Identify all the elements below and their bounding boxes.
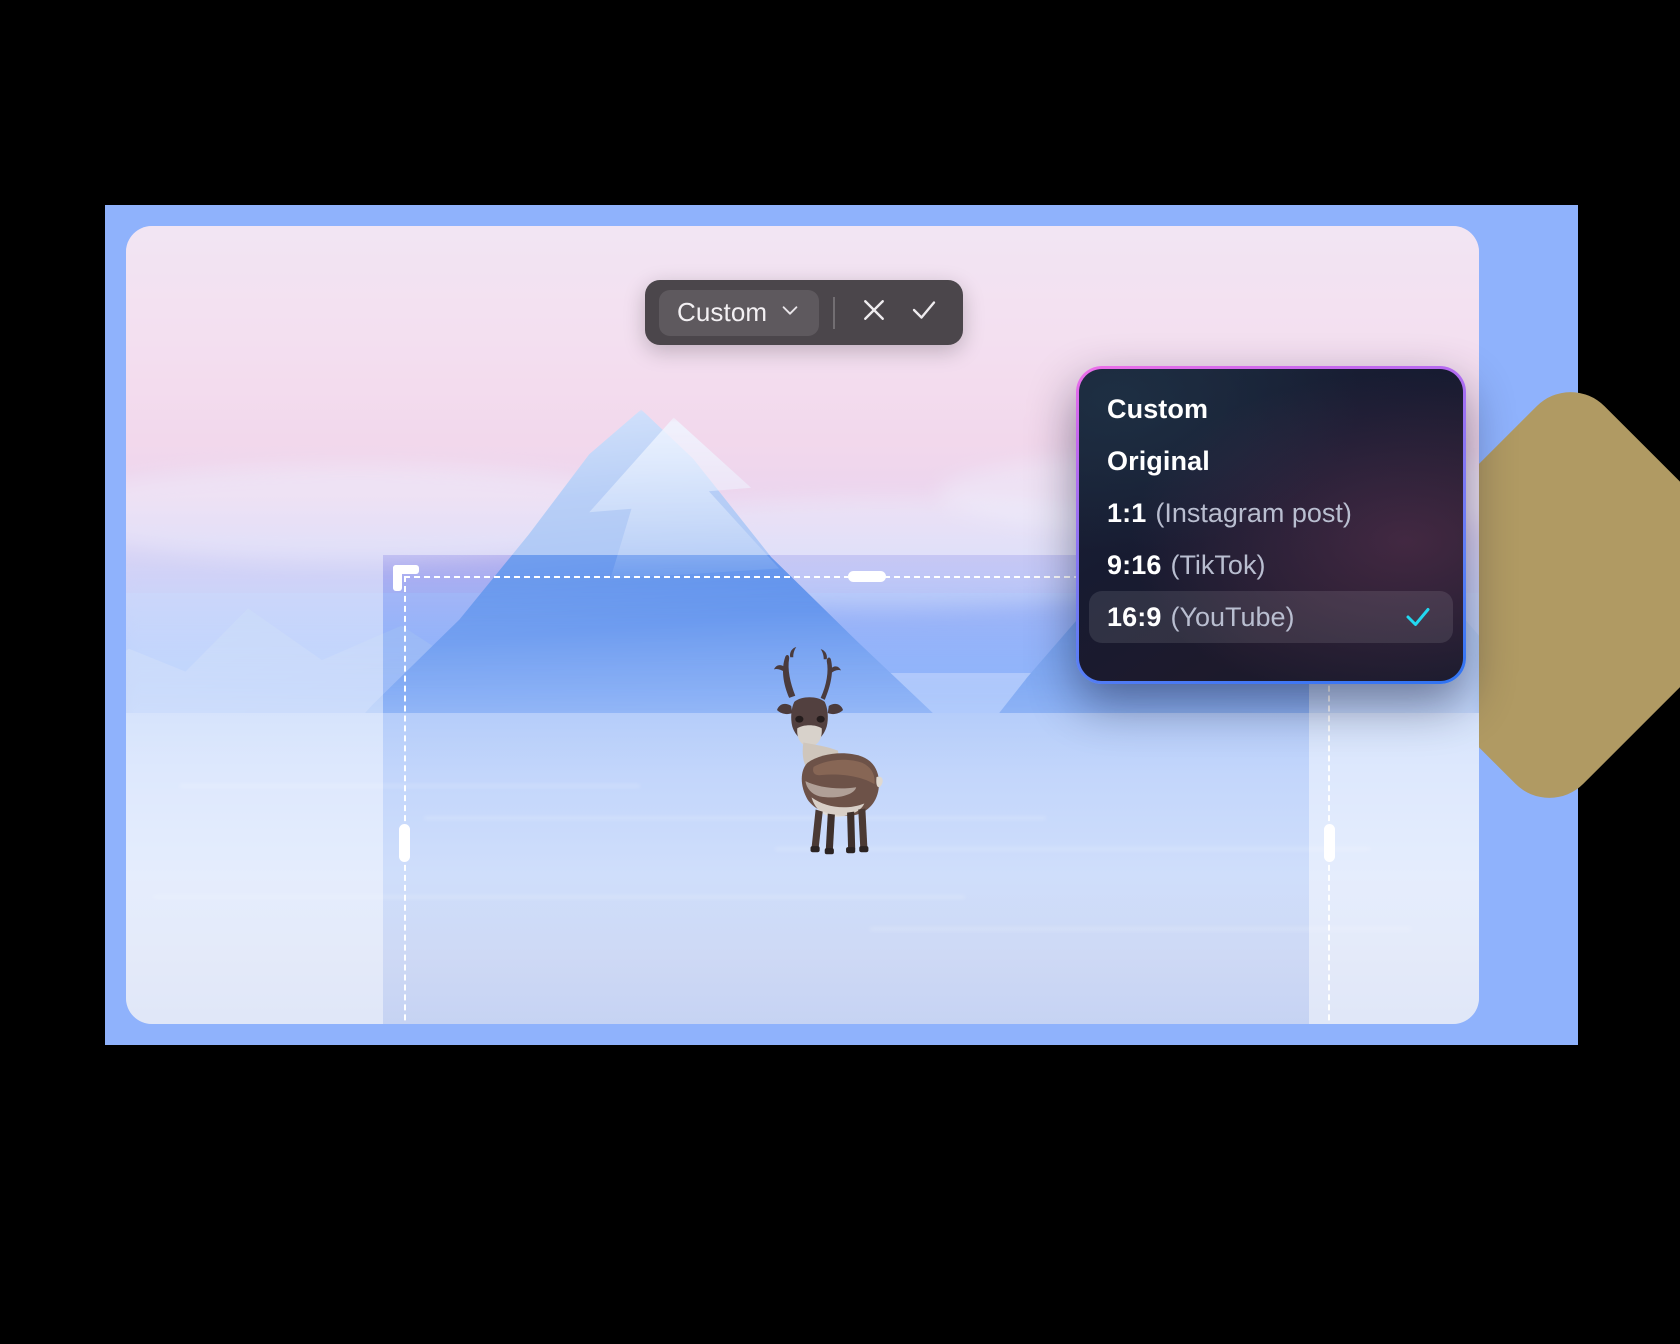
handle-middle-left[interactable]	[399, 824, 410, 862]
menu-item-sublabel: (TikTok)	[1170, 549, 1266, 580]
handle-middle-right[interactable]	[1324, 824, 1335, 862]
handle-top-left[interactable]	[393, 565, 419, 591]
aspect-ratio-dropdown-list: Custom Original 1:1 (Instagram post) 9:1…	[1079, 369, 1463, 681]
close-icon	[859, 295, 889, 330]
check-icon	[909, 295, 939, 330]
menu-item-9-16-tiktok[interactable]: 9:16 (TikTok)	[1089, 539, 1453, 591]
confirm-crop-button[interactable]	[899, 288, 949, 338]
menu-item-label: Original	[1107, 445, 1210, 476]
aspect-ratio-dropdown: Custom Original 1:1 (Instagram post) 9:1…	[1076, 366, 1466, 684]
menu-item-label: Custom	[1107, 393, 1209, 424]
crop-toolbar: Custom	[645, 280, 964, 345]
toolbar-divider	[833, 296, 836, 329]
aspect-ratio-label: Custom	[677, 297, 768, 327]
menu-item-original[interactable]: Original	[1089, 435, 1453, 487]
aspect-ratio-button[interactable]: Custom	[659, 289, 820, 336]
menu-item-sublabel: (Instagram post)	[1155, 497, 1352, 528]
menu-item-custom[interactable]: Custom	[1089, 383, 1453, 435]
handle-top-center[interactable]	[848, 571, 886, 582]
menu-item-1-1-instagram[interactable]: 1:1 (Instagram post)	[1089, 487, 1453, 539]
menu-item-label: 16:9	[1107, 601, 1162, 632]
check-icon	[1403, 602, 1433, 632]
menu-item-16-9-youtube[interactable]: 16:9 (YouTube)	[1089, 591, 1453, 643]
menu-item-label: 1:1	[1107, 497, 1147, 528]
menu-item-sublabel: (YouTube)	[1170, 601, 1295, 632]
cancel-crop-button[interactable]	[849, 288, 899, 338]
menu-item-label: 9:16	[1107, 549, 1162, 580]
chevron-down-icon	[779, 299, 801, 326]
